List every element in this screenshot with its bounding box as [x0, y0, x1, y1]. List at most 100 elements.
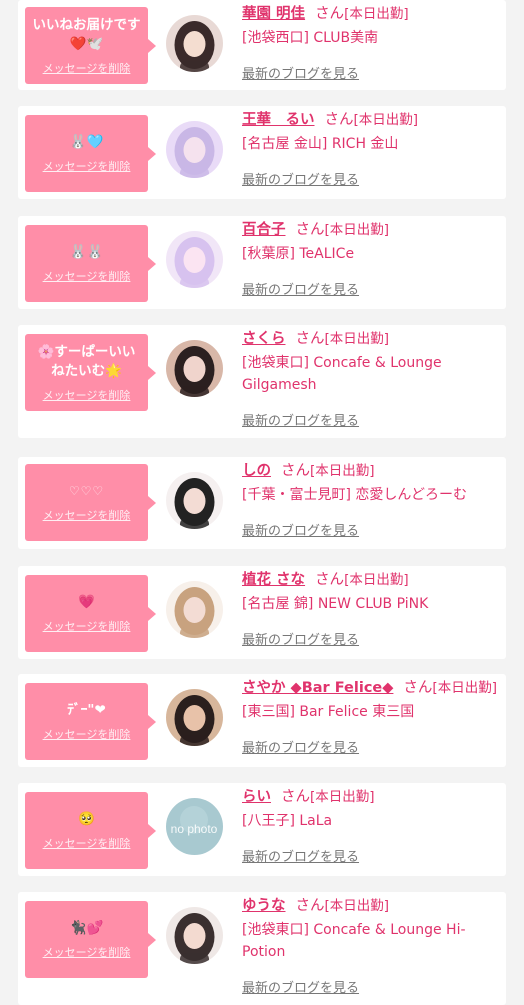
- message-text: ﾃﾞｰ"❤: [67, 702, 106, 718]
- cast-name-link[interactable]: 植花 さな: [242, 572, 305, 588]
- shop-name: [名古屋 錦] NEW CLUB PiNK: [242, 596, 429, 612]
- status-badge: [本日出勤]: [344, 6, 409, 22]
- cast-info: 王華 るい さん[本日出勤] [名古屋 金山] RICH 金山: [242, 110, 498, 155]
- status-badge: [本日出勤]: [310, 789, 375, 805]
- message-text: 🐰🩵: [69, 134, 104, 150]
- delete-message-link[interactable]: メッセージを削除: [43, 60, 131, 76]
- avatar[interactable]: [166, 581, 223, 638]
- honorific: さん: [403, 680, 433, 696]
- honorific: さん: [281, 789, 310, 805]
- status-badge: [本日出勤]: [324, 331, 390, 347]
- cast-info: さやか ◆Bar Felice◆ さん[本日出勤] [東三国] Bar Felic…: [242, 678, 498, 723]
- status-badge: [本日出勤]: [324, 898, 390, 914]
- message-text: 🌸すーぱーいいねたいむ🌟: [37, 343, 136, 379]
- avatar[interactable]: [166, 15, 223, 72]
- avatar[interactable]: [166, 472, 223, 529]
- shop-name: [池袋東口] Concafe & Lounge Gilgamesh: [242, 355, 442, 393]
- latest-blog-link[interactable]: 最新のブログを見る: [242, 737, 359, 756]
- message-bubble: いいねお届けです❤️🕊️ メッセージを削除: [25, 7, 156, 84]
- cast-info: さくら さん[本日出勤] [池袋東口] Concafe & Lounge Gilg…: [242, 329, 498, 396]
- latest-blog-link[interactable]: 最新のブログを見る: [242, 629, 359, 648]
- message-bubble: 🌸すーぱーいいねたいむ🌟 メッセージを削除: [25, 334, 156, 411]
- status-badge: [本日出勤]: [353, 112, 419, 128]
- delete-message-link[interactable]: メッセージを削除: [43, 618, 131, 634]
- message-text: 🐰🐰: [69, 244, 104, 260]
- cast-name-link[interactable]: ゆうな: [242, 898, 286, 914]
- cast-name-link[interactable]: さやか ◆Bar Felice◆: [242, 680, 393, 696]
- latest-blog-link[interactable]: 最新のブログを見る: [242, 169, 359, 188]
- avatar[interactable]: [166, 340, 223, 397]
- shop-name: [東三国] Bar Felice 東三国: [242, 704, 415, 720]
- latest-blog-link[interactable]: 最新のブログを見る: [242, 846, 359, 865]
- delete-message-link[interactable]: メッセージを削除: [43, 158, 131, 174]
- message-text: 🥺: [78, 811, 95, 827]
- message-bubble: 🥺 メッセージを削除: [25, 792, 156, 869]
- shop-name: [八王子] LaLa: [242, 813, 333, 829]
- status-badge: [本日出勤]: [432, 680, 497, 696]
- delete-message-link[interactable]: メッセージを削除: [43, 835, 131, 851]
- cast-info: ゆうな さん[本日出勤] [池袋東口] Concafe & Lounge Hi-P…: [242, 896, 498, 963]
- honorific: さん: [315, 572, 345, 588]
- message-card: いいねお届けです❤️🕊️ メッセージを削除 華園 明佳 さん[本日出勤] [池袋西…: [18, 0, 506, 90]
- shop-name: [池袋東口] Concafe & Lounge Hi-Potion: [242, 922, 466, 960]
- avatar[interactable]: [166, 689, 223, 746]
- message-text: いいねお届けです❤️🕊️: [32, 16, 141, 52]
- cast-info: 植花 さな さん[本日出勤] [名古屋 錦] NEW CLUB PiNK: [242, 570, 498, 615]
- honorific: さん: [295, 898, 325, 914]
- cast-name-link[interactable]: 百合子: [242, 222, 286, 238]
- cast-name-link[interactable]: らい: [242, 789, 271, 805]
- message-card: 🥺 メッセージを削除 no photo らい さん[本日出勤] [八王子] LaL…: [18, 783, 506, 876]
- delete-message-link[interactable]: メッセージを削除: [43, 507, 131, 523]
- shop-name: [千葉・富士見町] 恋愛しんどろーむ: [242, 487, 467, 503]
- cast-info: 百合子 さん[本日出勤] [秋葉原] TeALICe: [242, 220, 498, 265]
- delete-message-link[interactable]: メッセージを削除: [43, 726, 131, 742]
- latest-blog-link[interactable]: 最新のブログを見る: [242, 279, 359, 298]
- message-bubble: 🐰🩵 メッセージを削除: [25, 115, 156, 192]
- avatar[interactable]: [166, 121, 223, 178]
- message-card: 🌸すーぱーいいねたいむ🌟 メッセージを削除 さくら さん[本日出勤] [池袋東口]…: [18, 325, 506, 438]
- message-card: 🐰🩵 メッセージを削除 王華 るい さん[本日出勤] [名古屋 金山] RICH …: [18, 106, 506, 199]
- latest-blog-link[interactable]: 最新のブログを見る: [242, 977, 359, 996]
- honorific: さん: [315, 6, 345, 22]
- avatar[interactable]: [166, 907, 223, 964]
- message-bubble: 💗 メッセージを削除: [25, 575, 156, 652]
- message-bubble: 🐈‍⬛💕 メッセージを削除: [25, 901, 156, 978]
- message-bubble: 🐰🐰 メッセージを削除: [25, 225, 156, 302]
- delete-message-link[interactable]: メッセージを削除: [43, 268, 131, 284]
- avatar[interactable]: no photo: [166, 798, 223, 855]
- shop-name: [名古屋 金山] RICH 金山: [242, 136, 399, 152]
- honorific: さん: [295, 331, 325, 347]
- avatar[interactable]: [166, 231, 223, 288]
- status-badge: [本日出勤]: [310, 463, 375, 479]
- delete-message-link[interactable]: メッセージを削除: [43, 944, 131, 960]
- cast-info: 華園 明佳 さん[本日出勤] [池袋西口] CLUB美南: [242, 4, 498, 49]
- avatar-placeholder-text: no photo: [171, 822, 218, 836]
- cast-name-link[interactable]: 華園 明佳: [242, 6, 305, 22]
- message-card: 💗 メッセージを削除 植花 さな さん[本日出勤] [名古屋 錦] NEW CLU…: [18, 566, 506, 659]
- message-card: 🐈‍⬛💕 メッセージを削除 ゆうな さん[本日出勤] [池袋東口] Concafe…: [18, 892, 506, 1005]
- message-text: ♡♡♡: [68, 484, 105, 498]
- delete-message-link[interactable]: メッセージを削除: [43, 387, 131, 403]
- cast-name-link[interactable]: 王華 るい: [242, 112, 315, 128]
- cast-name-link[interactable]: しの: [242, 463, 271, 479]
- message-bubble: ♡♡♡ メッセージを削除: [25, 464, 156, 541]
- shop-name: [池袋西口] CLUB美南: [242, 30, 379, 46]
- cast-name-link[interactable]: さくら: [242, 331, 286, 347]
- message-card: 🐰🐰 メッセージを削除 百合子 さん[本日出勤] [秋葉原] TeALICe 最新…: [18, 216, 506, 309]
- latest-blog-link[interactable]: 最新のブログを見る: [242, 520, 359, 539]
- shop-name: [秋葉原] TeALICe: [242, 246, 355, 262]
- message-text: 💗: [78, 594, 95, 610]
- honorific: さん: [295, 222, 325, 238]
- cast-info: しの さん[本日出勤] [千葉・富士見町] 恋愛しんどろーむ: [242, 461, 498, 506]
- status-badge: [本日出勤]: [324, 222, 390, 238]
- latest-blog-link[interactable]: 最新のブログを見る: [242, 410, 359, 429]
- status-badge: [本日出勤]: [344, 572, 409, 588]
- cast-info: らい さん[本日出勤] [八王子] LaLa: [242, 787, 498, 832]
- latest-blog-link[interactable]: 最新のブログを見る: [242, 63, 359, 82]
- message-card: ﾃﾞｰ"❤ メッセージを削除 さやか ◆Bar Felice◆ さん[本日出勤] …: [18, 674, 506, 767]
- honorific: さん: [324, 112, 354, 128]
- message-card: ♡♡♡ メッセージを削除 しの さん[本日出勤] [千葉・富士見町] 恋愛しんどろ…: [18, 457, 506, 549]
- message-text: 🐈‍⬛💕: [69, 920, 104, 936]
- honorific: さん: [281, 463, 310, 479]
- message-bubble: ﾃﾞｰ"❤ メッセージを削除: [25, 683, 156, 760]
